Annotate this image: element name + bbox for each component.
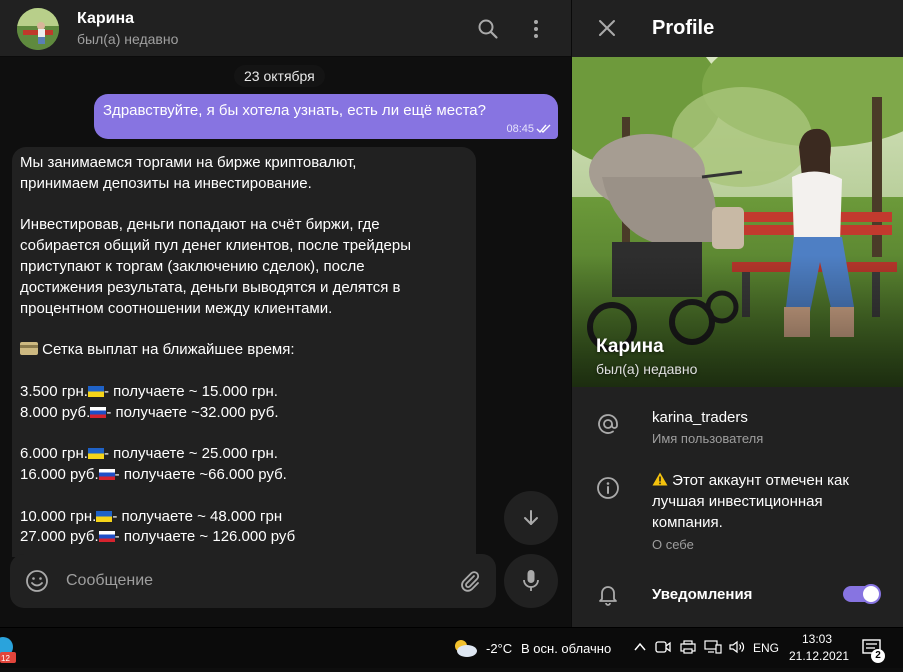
outgoing-message[interactable]: Здравствуйте, я бы хотела узнать, есть л… — [94, 94, 558, 139]
network-icon[interactable] — [704, 640, 722, 654]
notifications-label: Уведомления — [652, 586, 753, 603]
profile-title: Profile — [652, 17, 715, 39]
meet-now-icon[interactable] — [655, 640, 671, 654]
paperclip-icon[interactable] — [458, 569, 482, 593]
bio-text: Этот аккаунт отмечен как лучшая инвестици… — [652, 472, 849, 531]
bio-row[interactable]: Этот аккаунт отмечен как лучшая инвестици… — [572, 460, 903, 560]
telegram-taskbar-button[interactable]: 12 — [0, 637, 16, 667]
warning-icon — [652, 472, 668, 486]
language-indicator[interactable]: ENG — [753, 641, 779, 655]
more-options-button[interactable] — [523, 16, 549, 42]
russia-flag-icon — [98, 468, 115, 480]
ukraine-flag-icon — [87, 385, 104, 397]
weather-temperature[interactable]: -2°C — [486, 641, 512, 656]
notifications-row[interactable]: Уведомления — [572, 570, 903, 620]
notifications-toggle[interactable] — [843, 584, 881, 604]
telegram-window: Карина был(а) недавно 23 октября Здравст… — [0, 0, 903, 627]
info-icon — [597, 477, 619, 499]
arrow-down-icon — [524, 510, 538, 525]
ukraine-flag-icon — [87, 448, 104, 460]
username-value: karina_traders — [652, 409, 748, 426]
taskbar-badge: 12 — [1, 654, 10, 663]
chat-header[interactable]: Карина был(а) недавно — [0, 0, 571, 57]
russia-flag-icon — [98, 531, 115, 543]
profile-photo-name: Карина — [596, 336, 664, 357]
message-time: 08:45 — [506, 123, 534, 135]
card-icon — [20, 342, 38, 356]
printer-icon[interactable] — [680, 640, 696, 654]
clock-date[interactable]: 21.12.2021 — [789, 649, 849, 663]
double-check-icon — [536, 124, 551, 134]
chat-status: был(а) недавно — [77, 31, 179, 47]
weather-description[interactable]: В осн. облачно — [521, 641, 611, 656]
message-input[interactable] — [66, 568, 436, 594]
incoming-message-text: Мы занимаемся торгами на бирже криптовал… — [20, 154, 411, 546]
chat-pane: Карина был(а) недавно 23 октября Здравст… — [0, 0, 571, 627]
bell-icon — [599, 586, 617, 606]
username-row[interactable]: karina_traders Имя пользователя — [572, 397, 903, 457]
message-composer — [10, 554, 496, 608]
notification-count-badge: 2 — [871, 649, 885, 663]
voice-message-button[interactable] — [504, 554, 558, 608]
profile-header: Profile — [572, 0, 903, 57]
windows-taskbar: 12 -2°C В осн. облачно ENG 13:03 21.12.2… — [0, 627, 903, 668]
ukraine-flag-icon — [96, 510, 113, 522]
clock-time[interactable]: 13:03 — [802, 632, 832, 646]
profile-photo-status: был(а) недавно — [596, 361, 698, 377]
more-vertical-icon — [534, 20, 538, 38]
incoming-message[interactable]: Мы занимаемся торгами на бирже криптовал… — [12, 147, 476, 557]
microphone-icon — [523, 570, 539, 591]
at-icon — [598, 414, 618, 434]
chat-title: Карина — [77, 10, 135, 27]
profile-panel: Profile Карина был(а) недавно karina_tra… — [572, 0, 903, 627]
emoji-icon[interactable] — [25, 569, 49, 593]
volume-icon[interactable] — [729, 640, 745, 654]
username-label: Имя пользователя — [652, 431, 764, 446]
search-button[interactable] — [475, 16, 501, 42]
date-separator: 23 октября — [234, 65, 325, 87]
chevron-up-icon[interactable] — [633, 640, 647, 654]
close-icon[interactable] — [596, 17, 618, 39]
search-icon — [478, 19, 498, 39]
russia-flag-icon — [90, 406, 107, 418]
weather-cloud-icon[interactable] — [452, 638, 478, 658]
bio-label: О себе — [652, 537, 694, 552]
scroll-to-bottom-button[interactable] — [504, 491, 558, 545]
avatar[interactable] — [17, 8, 59, 50]
outgoing-message-text: Здравствуйте, я бы хотела узнать, есть л… — [103, 102, 486, 119]
